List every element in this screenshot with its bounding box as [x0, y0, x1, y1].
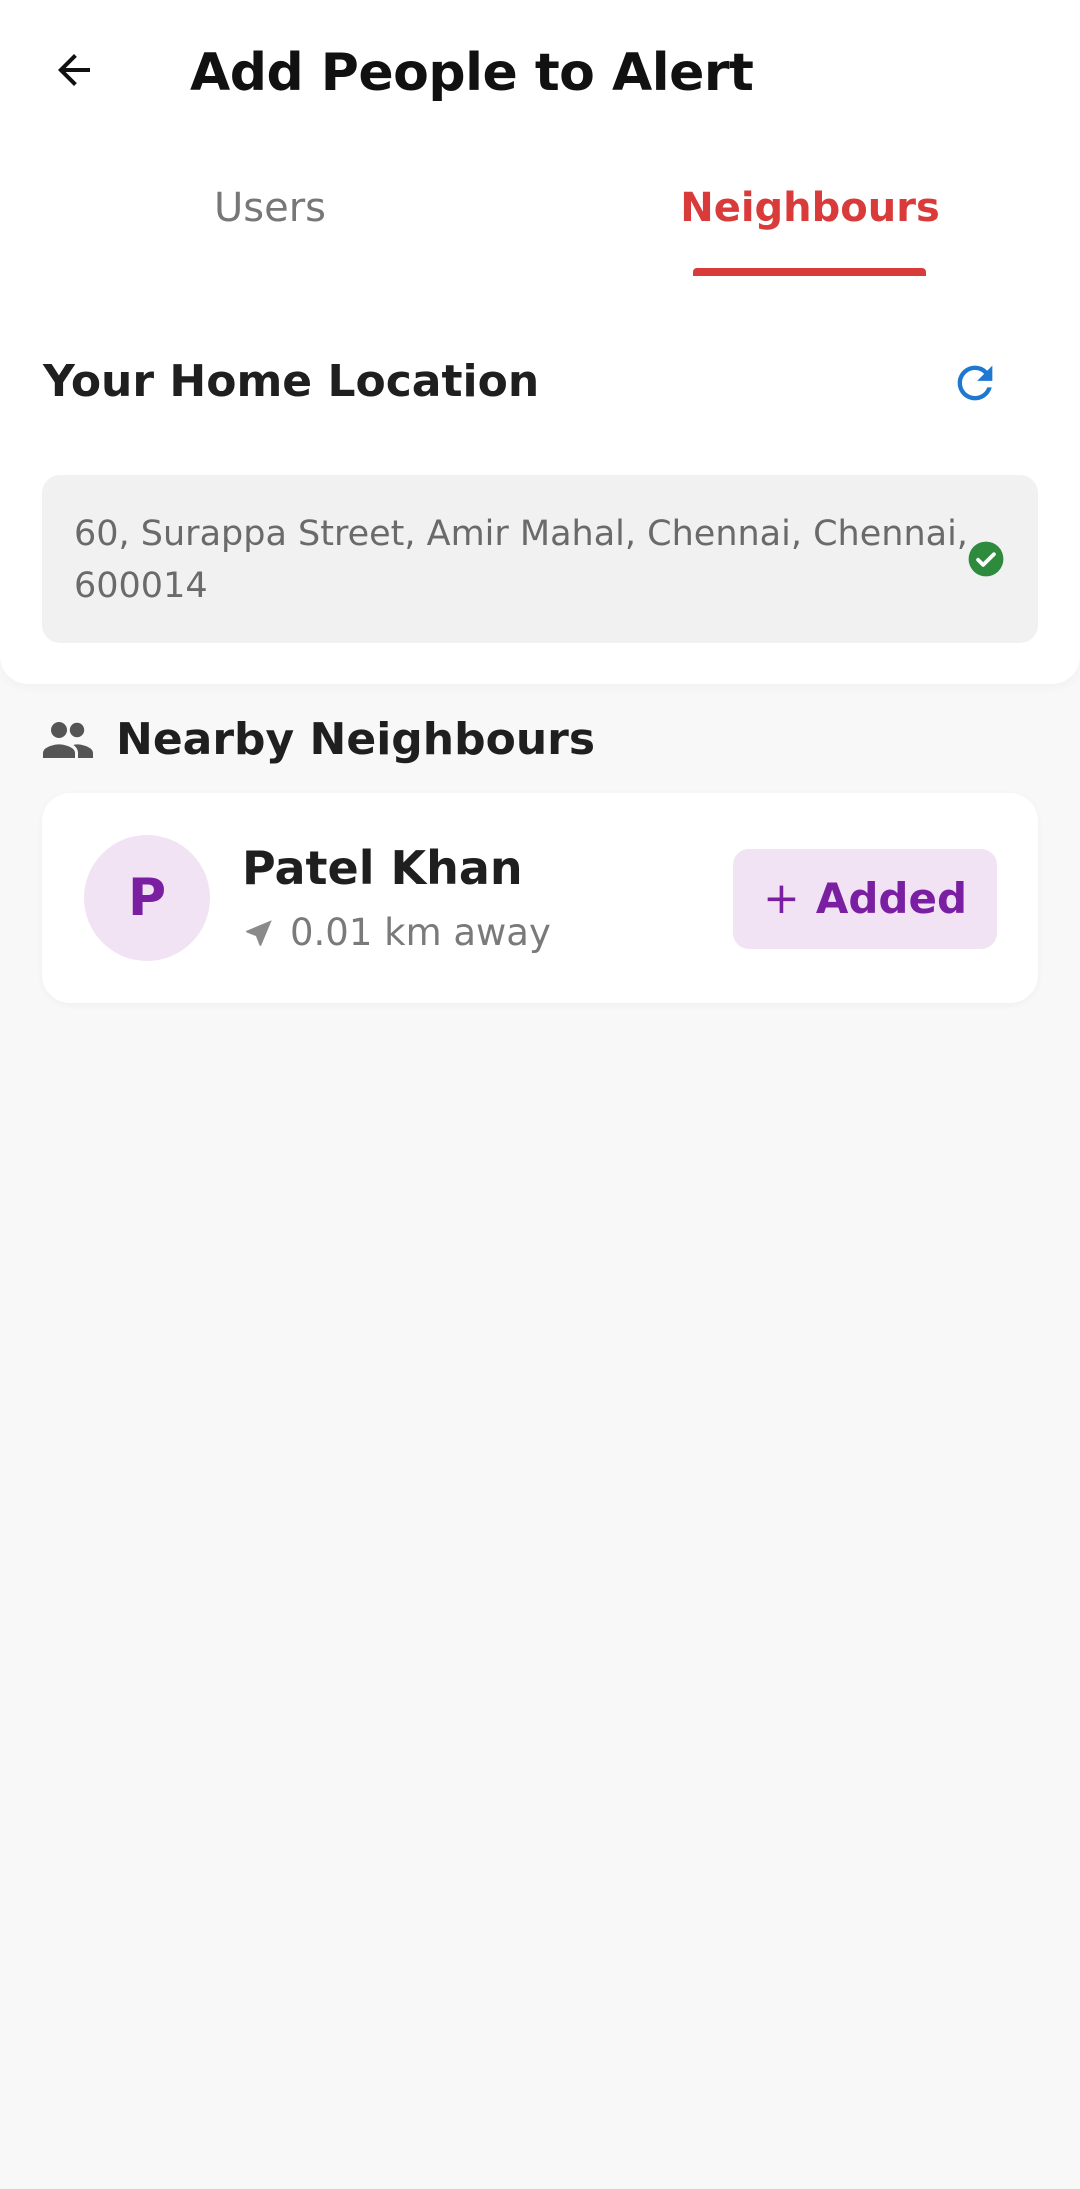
tab-users[interactable]: Users: [0, 150, 540, 276]
page-title: Add People to Alert: [190, 43, 754, 103]
plus-icon: +: [762, 873, 800, 924]
tab-neighbours-label: Neighbours: [680, 185, 940, 231]
tab-users-label: Users: [213, 185, 326, 231]
home-location-title: Your Home Location: [43, 356, 540, 407]
arrow-left-icon: [58, 54, 90, 86]
avatar-initial: P: [127, 868, 167, 928]
refresh-location-button[interactable]: [948, 356, 1002, 410]
address-field: 60, Surappa Street, Amir Mahal, Chennai,…: [42, 475, 1038, 643]
navigation-arrow-icon: [242, 916, 276, 950]
tab-neighbours[interactable]: Neighbours: [540, 150, 1080, 276]
distance-row: 0.01 km away: [242, 908, 551, 958]
address-text: 60, Surappa Street, Amir Mahal, Chennai,…: [74, 514, 968, 606]
app-screen: Add People to Alert Users Neighbours You…: [0, 0, 1080, 2189]
neighbour-card: P Patel Khan 0.01 km away + Added: [42, 793, 1038, 1003]
people-icon: [42, 720, 94, 760]
home-location-card: Your Home Location 60, Surappa Street, A…: [0, 276, 1080, 684]
nearby-neighbours-title: Nearby Neighbours: [116, 714, 596, 765]
distance-text: 0.01 km away: [290, 911, 551, 954]
app-header: Add People to Alert: [0, 0, 1080, 150]
tab-active-indicator: [693, 268, 926, 276]
refresh-icon: [957, 365, 993, 401]
tab-bar: Users Neighbours: [0, 150, 1080, 276]
nearby-neighbours-header: Nearby Neighbours: [42, 712, 595, 768]
back-button[interactable]: [44, 40, 104, 100]
neighbour-name: Patel Khan: [242, 841, 523, 895]
avatar: P: [84, 835, 210, 961]
check-circle-icon: [968, 541, 1004, 577]
added-button[interactable]: + Added: [733, 849, 997, 949]
added-button-label: Added: [815, 874, 968, 923]
